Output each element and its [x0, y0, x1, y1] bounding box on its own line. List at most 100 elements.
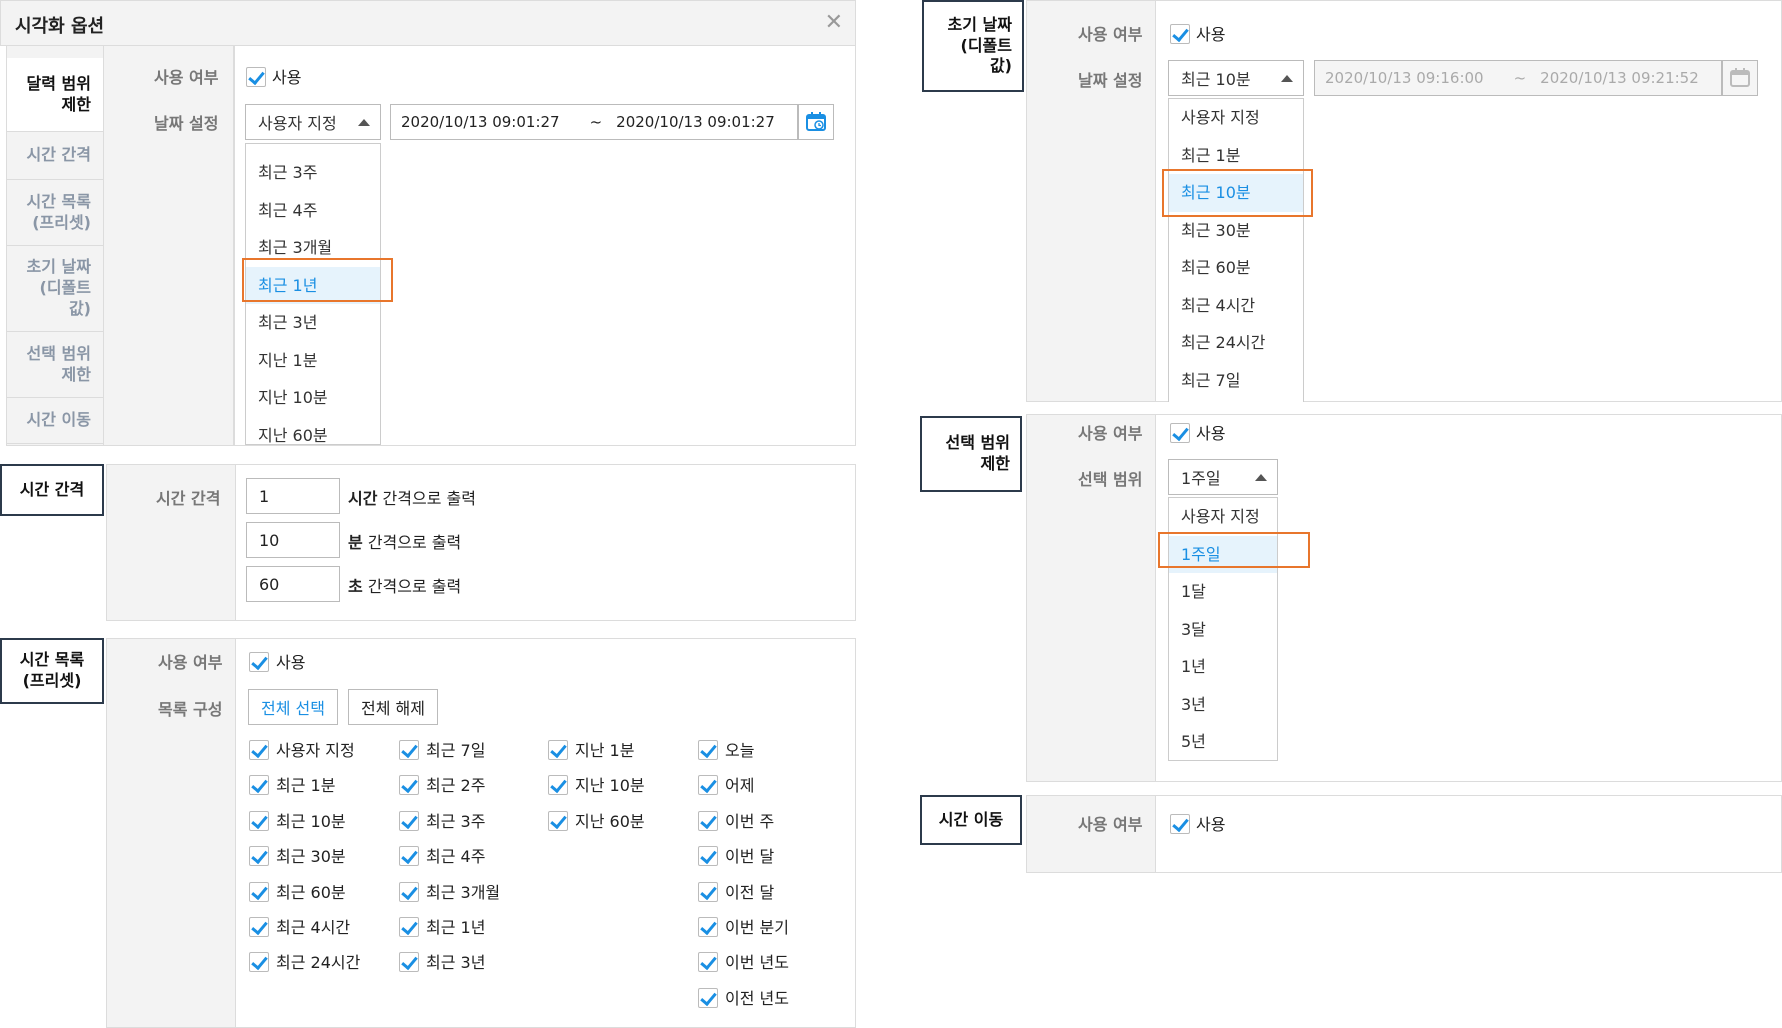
interval-unit: 시간 간격으로 출력	[348, 485, 476, 509]
preset-label: 이전 달	[725, 882, 775, 902]
dropdown-option[interactable]: 최근 24시간	[1169, 324, 1303, 362]
use-label: 사용 여부	[154, 68, 219, 87]
dropdown-option[interactable]: 사용자 지정	[1169, 99, 1303, 137]
dropdown-option[interactable]: 5년	[1169, 723, 1277, 760]
nav-interval[interactable]: 시간 간격	[7, 132, 103, 180]
select-all-button[interactable]: 전체 선택	[248, 689, 338, 725]
dropdown-option[interactable]: 최근 4주	[246, 192, 380, 230]
dropdown-option[interactable]: 최근 7일	[1169, 362, 1303, 400]
dropdown-option[interactable]: 최근 3년	[246, 304, 380, 342]
preset-label: 이번 주	[725, 811, 775, 831]
highlight-box	[1158, 532, 1310, 568]
interval-seconds-input[interactable]: 60	[246, 566, 340, 602]
close-icon[interactable]: ✕	[825, 10, 843, 35]
preset-label: 이번 년도	[725, 953, 789, 973]
dropdown-option[interactable]: 지난 1분	[246, 342, 380, 380]
nav-initial-date[interactable]: 초기 날짜 (디폴트 값)	[7, 246, 103, 332]
dropdown-option[interactable]: 지난 60분	[246, 417, 380, 445]
use-checkbox[interactable]	[249, 652, 269, 672]
dialog-title: 시각화 옵션	[15, 16, 105, 37]
date-range[interactable]: 2020/10/13 09:01:27 ~ 2020/10/13 09:01:2…	[390, 104, 798, 140]
use-checkbox[interactable]	[1170, 24, 1190, 44]
tab-label: 초기 날짜 (디폴트 값)	[947, 14, 1012, 76]
preset-checkbox[interactable]	[548, 740, 568, 760]
tab-initial-date[interactable]: 초기 날짜 (디폴트 값)	[922, 0, 1024, 92]
preset-checkbox[interactable]	[399, 740, 419, 760]
preset-checkbox[interactable]	[249, 740, 269, 760]
dropdown-option[interactable]: 사용자 지정	[1169, 498, 1277, 536]
preset-label: 이전 년도	[725, 988, 789, 1008]
preset-label: 최근 1분	[276, 776, 336, 796]
dropdown-option[interactable]: 최근 30분	[1169, 212, 1303, 250]
preset-checkbox[interactable]	[698, 740, 718, 760]
preset-label: 최근 7일	[426, 741, 486, 760]
preset-checkbox[interactable]	[399, 846, 419, 867]
preset-checkbox[interactable]	[548, 775, 568, 796]
preset-checkbox[interactable]	[698, 881, 718, 902]
preset-checkbox[interactable]	[399, 775, 419, 796]
preset-checkbox[interactable]	[698, 952, 718, 973]
interval-minutes-input[interactable]: 10	[246, 522, 340, 558]
date-to: 2020/10/13 09:01:27	[616, 113, 775, 131]
interval-label: 시간 간격	[156, 489, 221, 508]
dropdown-option[interactable]: 최근 3주	[246, 154, 380, 192]
tab-label: 선택 범위 제한	[945, 433, 1010, 473]
date-select-value: 사용자 지정	[258, 114, 337, 133]
deselect-all-button[interactable]: 전체 해제	[348, 689, 438, 725]
input-value: 1	[259, 486, 270, 506]
use-checkbox[interactable]	[1170, 423, 1190, 443]
use-text: 사용	[1196, 25, 1226, 44]
dropdown-option[interactable]: 지난 10분	[246, 379, 380, 417]
list-label: 목록 구성	[158, 700, 223, 719]
dropdown-option[interactable]: 3년	[1169, 686, 1277, 724]
tab-select-range[interactable]: 선택 범위 제한	[920, 416, 1022, 492]
unit-label: 분	[348, 533, 363, 552]
button-label: 전체 해제	[361, 699, 425, 718]
calendar-icon	[1730, 68, 1750, 87]
nav-time-move[interactable]: 시간 이동	[7, 398, 103, 444]
dropdown-option[interactable]: 최근 60분	[1169, 249, 1303, 287]
nav-presets[interactable]: 시간 목록 (프리셋)	[7, 180, 103, 246]
preset-checkbox[interactable]	[399, 952, 419, 973]
preset-checkbox[interactable]	[698, 846, 718, 867]
preset-label: 최근 3주	[426, 811, 486, 831]
tab-time-move[interactable]: 시간 이동	[920, 795, 1022, 845]
dialog-nav: 달력 범위 제한 시간 간격 시간 목록 (프리셋) 초기 날짜 (디폴트 값)…	[6, 46, 104, 446]
preset-checkbox[interactable]	[399, 917, 419, 937]
preset-checkbox[interactable]	[249, 881, 269, 902]
preset-checkbox[interactable]	[249, 775, 269, 796]
use-checkbox[interactable]	[246, 67, 266, 87]
preset-checkbox[interactable]	[249, 846, 269, 867]
interval-hours-input[interactable]: 1	[246, 478, 340, 514]
dropdown-option[interactable]: 3달	[1169, 611, 1277, 649]
nav-label: 선택 범위 제한	[26, 343, 91, 384]
preset-checkbox[interactable]	[249, 917, 269, 937]
preset-label: 최근 4주	[426, 847, 486, 867]
nav-select-range[interactable]: 선택 범위 제한	[7, 332, 103, 398]
nav-calendar-range[interactable]: 달력 범위 제한	[7, 58, 103, 132]
calendar-button[interactable]	[798, 104, 834, 140]
preset-checkbox[interactable]	[698, 987, 718, 1008]
initial-select[interactable]: 최근 10분	[1168, 60, 1304, 96]
initial-date-range: 2020/10/13 09:16:00 ~ 2020/10/13 09:21:5…	[1314, 60, 1722, 96]
preset-label: 이번 분기	[725, 918, 789, 937]
preset-checkbox[interactable]	[399, 810, 419, 831]
use-label: 사용 여부	[158, 653, 223, 672]
date-select[interactable]: 사용자 지정	[245, 104, 381, 140]
preset-checkbox[interactable]	[698, 810, 718, 831]
tab-interval[interactable]: 시간 간격	[0, 464, 104, 516]
preset-checkbox[interactable]	[249, 952, 269, 973]
preset-checkbox[interactable]	[698, 775, 718, 796]
preset-checkbox[interactable]	[548, 810, 568, 831]
preset-checkbox[interactable]	[698, 917, 718, 937]
dropdown-option[interactable]: 최근 4시간	[1169, 287, 1303, 325]
tab-label: 시간 목록 (프리셋)	[19, 650, 85, 690]
range-select[interactable]: 1주일	[1168, 459, 1278, 495]
dropdown-option[interactable]: 1달	[1169, 573, 1277, 611]
dropdown-option[interactable]: 1년	[1169, 648, 1277, 686]
tab-presets[interactable]: 시간 목록 (프리셋)	[0, 638, 104, 704]
select-value: 최근 10분	[1181, 70, 1251, 89]
use-checkbox[interactable]	[1170, 814, 1190, 834]
preset-checkbox[interactable]	[399, 881, 419, 902]
preset-checkbox[interactable]	[249, 810, 269, 831]
